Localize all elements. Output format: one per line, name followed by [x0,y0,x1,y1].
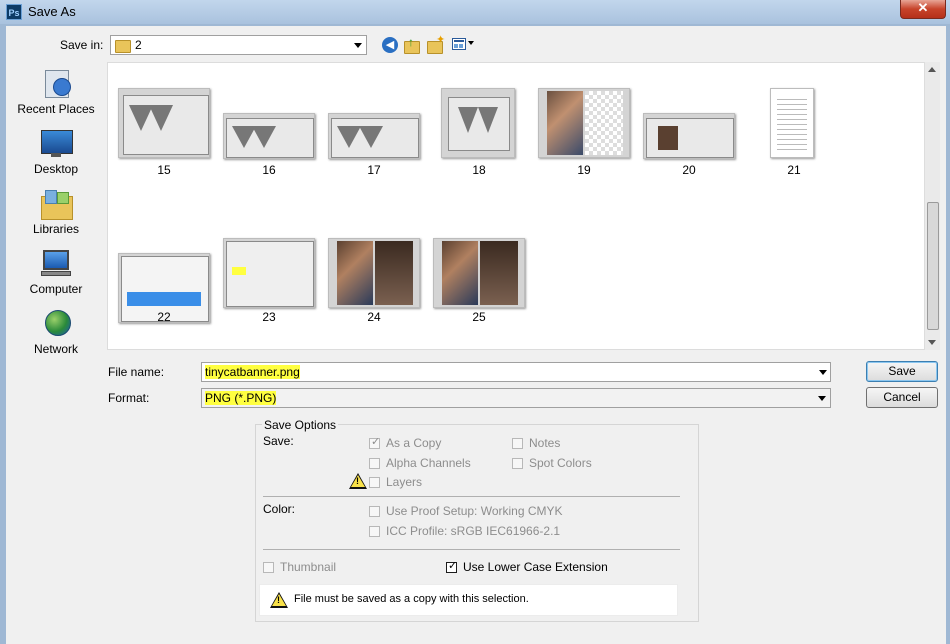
places-desktop[interactable]: Desktop [6,128,106,176]
layers-label: Layers [386,475,423,489]
lower-case-extension-checkbox[interactable]: ✓ [446,560,457,573]
file-thumbnail-21[interactable] [770,88,814,158]
file-label[interactable]: 17 [328,163,420,177]
thumbnail-checkbox[interactable] [263,562,274,573]
title-bar[interactable]: Ps Save As ✕ [0,0,950,24]
icc-profile-label: ICC Profile: sRGB IEC61966-2.1 [386,524,561,538]
file-thumbnail-15[interactable] [118,88,210,158]
computer-icon [39,248,73,278]
folder-icon [115,40,131,53]
places-libraries[interactable]: Libraries [6,188,106,236]
file-label[interactable]: 15 [118,163,210,177]
file-thumbnail-25[interactable] [433,238,525,308]
file-label[interactable]: 23 [223,310,315,324]
warning-message-box: ! File must be saved as a copy with this… [259,584,678,616]
file-thumbnail-16[interactable] [223,113,315,159]
file-label[interactable]: 21 [748,163,840,177]
use-proof-setup-checkbox[interactable] [369,506,380,517]
file-name-value: tinycatbanner.png [205,365,300,379]
photoshop-icon: Ps [6,4,22,20]
divider [263,496,680,497]
warning-text: File must be saved as a copy with this s… [294,593,529,605]
as-a-copy-checkbox[interactable]: ✓ [369,436,380,449]
view-dropdown-arrow-icon[interactable] [468,41,474,45]
divider [263,549,680,550]
cancel-button[interactable]: Cancel [866,387,938,408]
save-button[interactable]: Save [866,361,938,382]
file-thumbnail-19[interactable] [538,88,630,158]
save-as-dialog: Ps Save As ✕ Save in: 2 ◀ ↑ ✦ Recent Pla… [0,0,950,644]
file-label[interactable]: 24 [328,310,420,324]
file-name-label: File name: [108,365,165,379]
libraries-icon [39,188,73,220]
as-a-copy-label: As a Copy [386,436,442,450]
spot-colors-checkbox[interactable] [512,458,523,469]
places-label: Libraries [32,222,80,236]
file-label[interactable]: 16 [223,163,315,177]
lower-case-extension-label: Use Lower Case Extension [463,560,608,574]
save-in-dropdown[interactable]: 2 [110,35,367,55]
file-label[interactable]: 25 [433,310,525,324]
file-thumbnail-18[interactable] [441,88,515,158]
up-folder-icon[interactable]: ↑ [404,35,420,54]
save-in-value: 2 [135,38,142,52]
places-recent[interactable]: Recent Places [6,68,106,116]
file-label[interactable]: 19 [538,163,630,177]
notes-checkbox[interactable] [512,438,523,449]
places-label: Recent Places [17,102,95,116]
window-title: Save As [28,4,76,19]
scroll-down-icon[interactable] [928,340,936,345]
places-computer[interactable]: Computer [6,248,106,296]
thumbnail-label: Thumbnail [280,560,337,574]
use-proof-setup-label: Use Proof Setup: Working CMYK [386,504,563,518]
chevron-down-icon [818,396,826,401]
places-label: Network [33,342,78,356]
format-value: PNG (*.PNG) [205,391,277,405]
file-thumbnail-20[interactable] [643,113,735,159]
format-dropdown[interactable]: PNG (*.PNG) [201,388,831,408]
file-label[interactable]: 18 [433,163,525,177]
network-icon [39,308,73,338]
save-label: Save: [263,434,294,448]
view-menu-icon[interactable] [452,38,466,50]
recent-places-icon [39,68,73,98]
new-folder-icon[interactable]: ✦ [427,34,445,54]
file-list-view[interactable]: 15 16 17 18 19 20 21 22 23 24 25 [107,62,939,350]
close-button[interactable]: ✕ [900,0,946,19]
back-icon[interactable]: ◀ [382,37,398,53]
chevron-down-icon [354,43,362,48]
warning-icon: ! [270,592,288,608]
places-network[interactable]: Network [6,308,106,356]
scrollbar-thumb[interactable] [927,202,939,330]
layers-checkbox[interactable] [369,477,380,488]
places-label: Computer [29,282,83,296]
save-in-label: Save in: [60,38,104,52]
warning-icon: ! [349,473,367,489]
alpha-channels-label: Alpha Channels [386,456,471,470]
scroll-up-icon[interactable] [928,67,936,72]
color-label: Color: [263,502,296,516]
desktop-icon [39,128,73,158]
file-name-field[interactable]: tinycatbanner.png [201,362,831,382]
format-label: Format: [108,391,150,405]
places-label: Desktop [33,162,79,176]
dialog-client: Save in: 2 ◀ ↑ ✦ Recent Places Desktop L… [6,26,946,644]
file-list-scrollbar[interactable] [924,62,940,350]
file-thumbnail-24[interactable] [328,238,420,308]
spot-colors-label: Spot Colors [529,456,592,470]
save-options-title: Save Options [262,418,339,432]
alpha-channels-checkbox[interactable] [369,458,380,469]
file-thumbnail-23[interactable] [223,238,315,308]
file-label[interactable]: 20 [643,163,735,177]
file-thumbnail-17[interactable] [328,113,420,159]
icc-profile-checkbox[interactable] [369,526,380,537]
notes-label: Notes [529,436,561,450]
file-label[interactable]: 22 [118,310,210,324]
